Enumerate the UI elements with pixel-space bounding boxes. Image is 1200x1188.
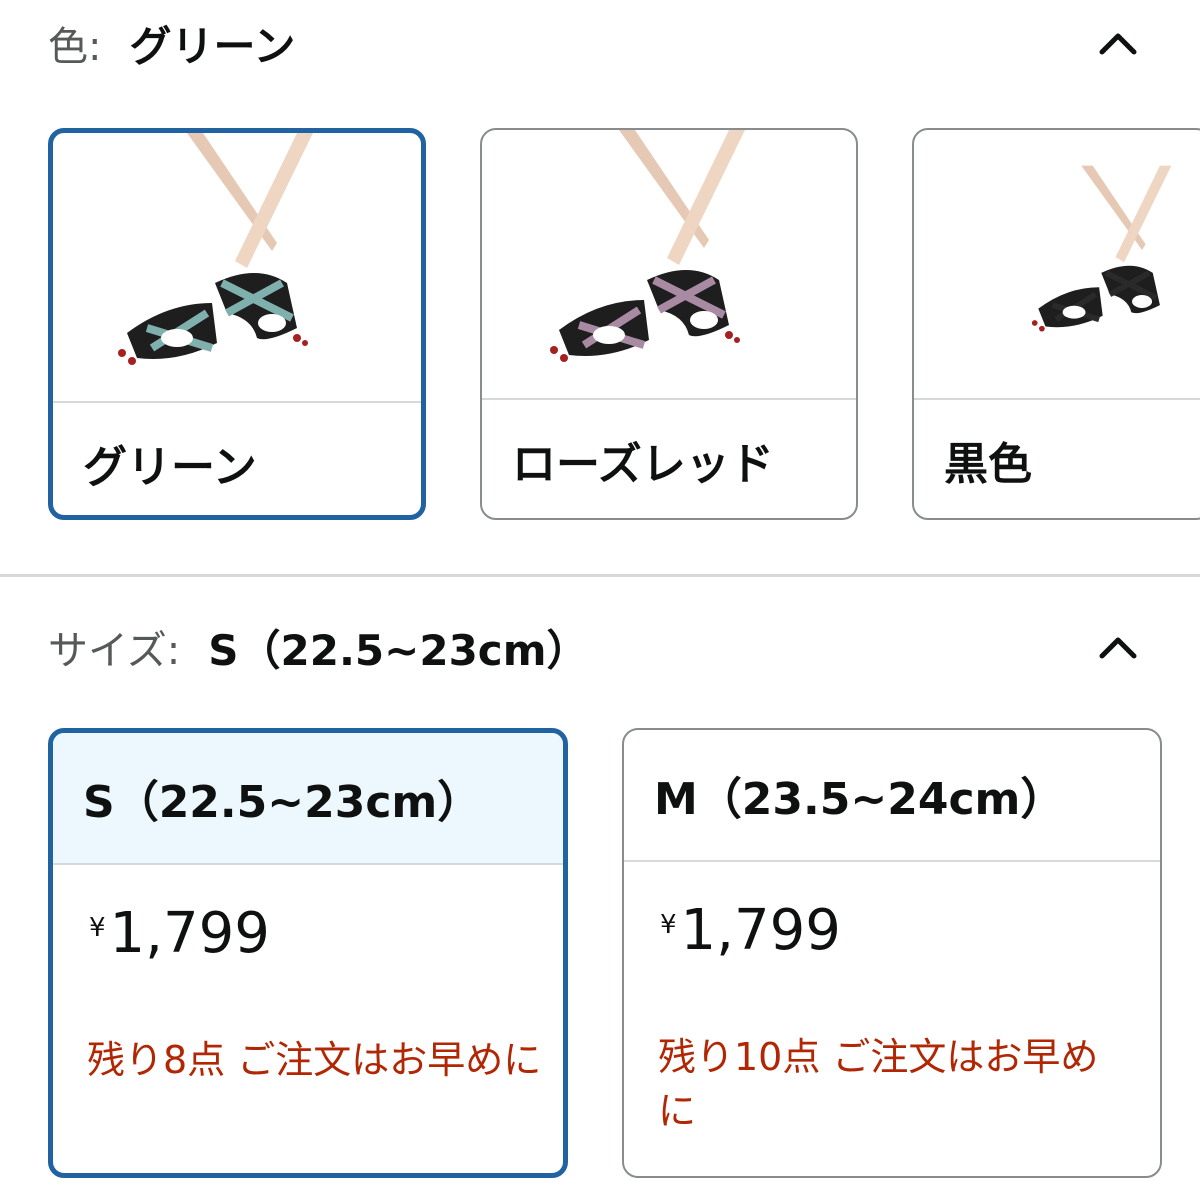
selected-size-value: S（22.5~23cm）	[208, 625, 589, 675]
product-image-rose-red	[482, 130, 856, 398]
color-swatch-rose-red[interactable]: ローズレッド	[480, 128, 858, 520]
price: ¥ 1,799	[89, 901, 270, 966]
swatch-divider	[53, 401, 421, 403]
size-card-divider	[624, 860, 1160, 862]
color-section-header: 色: グリーン	[48, 8, 1140, 78]
currency-symbol: ¥	[89, 913, 106, 943]
price-amount: 1,799	[680, 898, 841, 963]
section-divider	[0, 574, 1200, 577]
swatch-divider	[482, 398, 856, 400]
chevron-up-icon[interactable]	[1096, 22, 1140, 66]
swatch-label: ローズレッド	[512, 439, 774, 490]
size-option-m[interactable]: M（23.5~24cm） ¥ 1,799 残り10点 ご注文はお早めに	[622, 728, 1162, 1178]
size-card-divider	[53, 863, 563, 865]
size-option-label: M（23.5~24cm）	[654, 774, 1065, 825]
size-option-label: S（22.5~23cm）	[53, 733, 563, 863]
stock-notice: 残り10点 ご注文はお早めに	[658, 1035, 1099, 1133]
color-swatch-black[interactable]: 黒色	[912, 128, 1200, 520]
price-amount: 1,799	[109, 901, 270, 966]
size-section-header: サイズ: S（22.5~23cm）	[48, 612, 1140, 682]
swatch-divider	[914, 398, 1200, 400]
currency-symbol: ¥	[660, 910, 677, 940]
product-image-green	[53, 133, 421, 401]
swatch-label: グリーン	[83, 442, 257, 493]
swatch-label: 黒色	[944, 439, 1032, 490]
size-option-s[interactable]: S（22.5~23cm） ¥ 1,799 残り8点 ご注文はお早めに	[48, 728, 568, 1178]
selected-color-value: グリーン	[129, 21, 296, 71]
stock-notice: 残り8点 ご注文はお早めに	[87, 1038, 542, 1082]
color-swatch-green[interactable]: グリーン	[48, 128, 426, 520]
product-image-black	[914, 130, 1200, 398]
color-label: 色:	[48, 24, 102, 70]
chevron-up-icon[interactable]	[1096, 626, 1140, 670]
size-label: サイズ:	[48, 628, 181, 674]
price: ¥ 1,799	[660, 898, 841, 963]
